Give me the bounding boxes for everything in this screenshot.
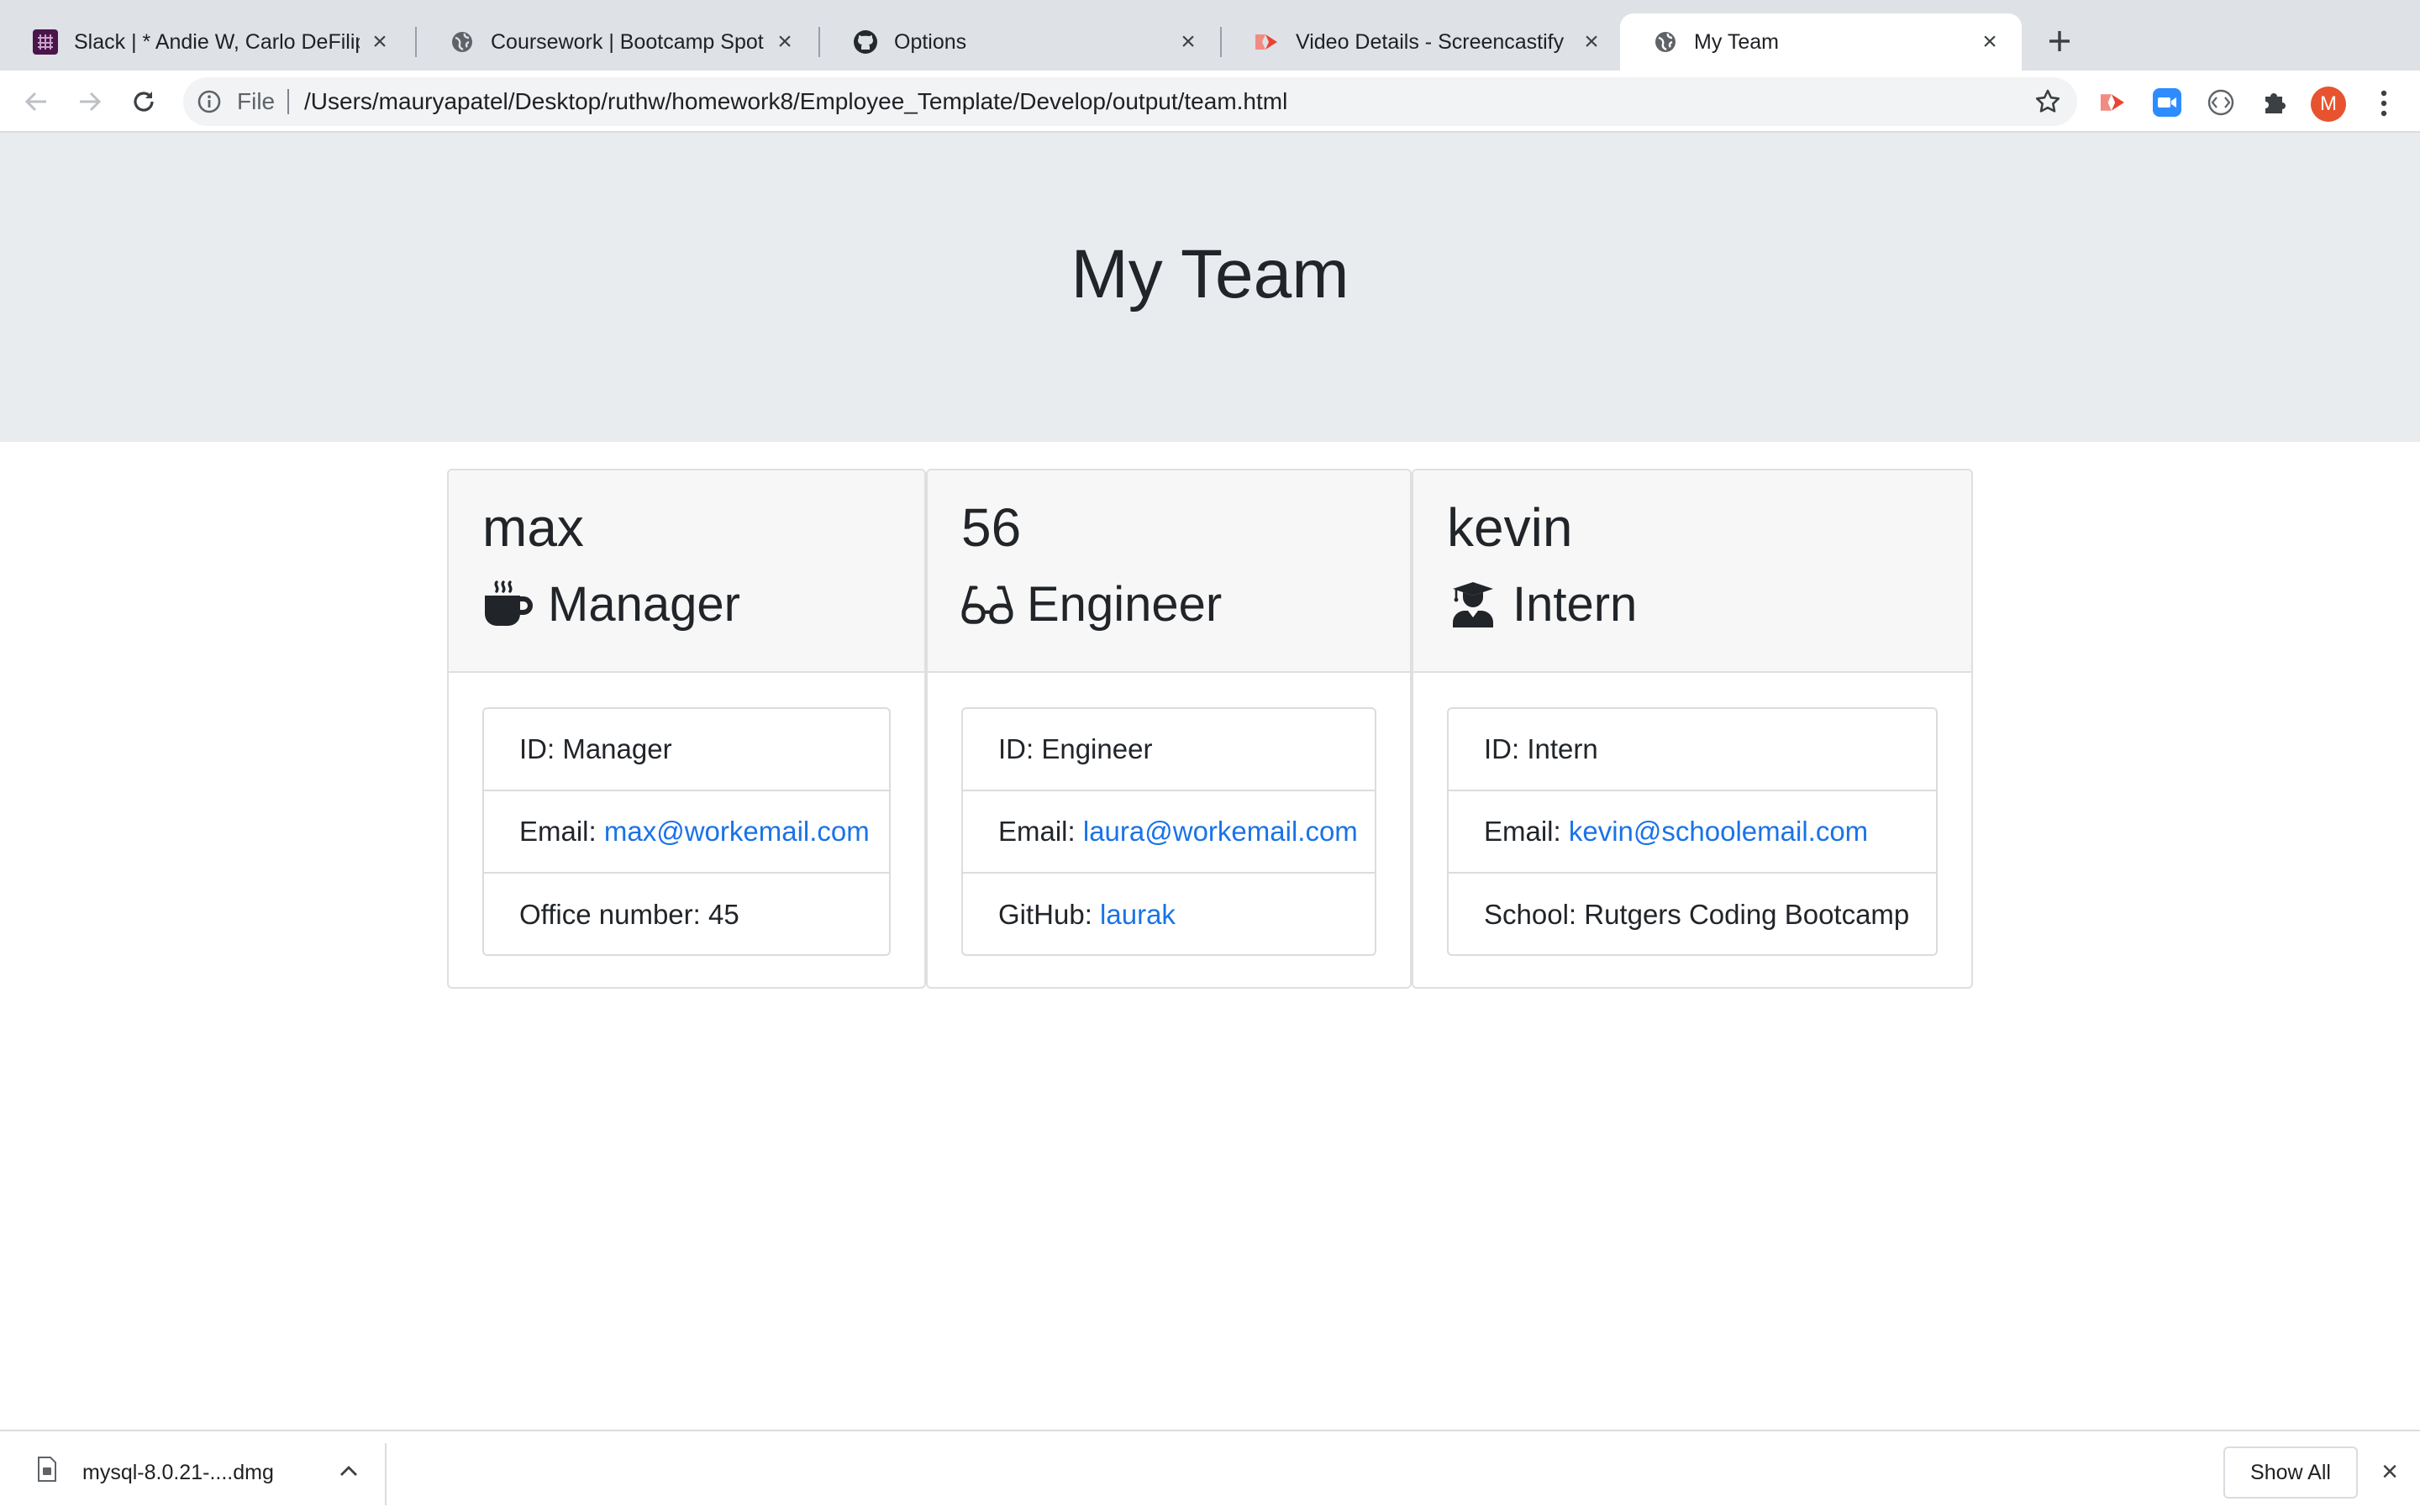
tab-strip: Slack | * Andie W, Carlo DeFilip × Cours… [0,0,2420,71]
profile-avatar[interactable]: M [2311,87,2346,122]
close-icon[interactable]: × [1578,28,1605,55]
id-item: ID: Manager [484,709,889,791]
screencastify-icon [2100,94,2124,111]
id-item: ID: Intern [1449,709,1936,791]
tab-title: Options [894,29,967,54]
employee-details-list: ID: Engineer Email: laura@workemail.com … [961,707,1376,956]
tab-title: Coursework | Bootcamp Spot [491,29,764,54]
email-link[interactable]: kevin@schoolemail.com [1569,816,1868,848]
employee-name: 56 [961,497,1022,558]
reload-icon [134,92,154,112]
email-item: Email: laura@workemail.com [963,791,1375,874]
arrow-left-icon [24,92,46,112]
kebab-menu-icon [2381,90,2387,117]
school-item: School: Rutgers Coding Bootcamp [1484,899,1910,930]
screencastify-extension-button[interactable] [2097,87,2129,118]
download-shelf: mysql-8.0.21-....dmg Show All × [0,1430,2420,1512]
extension-button[interactable] [2205,87,2237,118]
role-label: Intern [1512,576,1638,632]
slack-icon [32,29,59,55]
globe-icon [1652,29,1679,55]
github-link[interactable]: laurak [1100,899,1176,931]
employee-details-list: ID: Manager Email: max@workemail.com Off… [482,707,891,956]
email-item: Email: max@workemail.com [484,791,889,874]
address-divider [287,89,289,114]
glasses-icon [961,580,1013,628]
github-item: GitHub: laurak [963,874,1375,956]
code-circle-icon [2207,89,2234,116]
email-item: Email: kevin@schoolemail.com [1449,791,1936,874]
scheme-label: File [237,88,276,114]
plus-icon [2049,31,2070,51]
page-title: My Team [1071,236,1349,312]
employee-card-engineer: 56 Engineer ID: Engineer Email: laura@wo… [926,469,1412,989]
extensions-menu-button[interactable] [2259,87,2291,118]
card-header: kevin Intern [1413,470,1971,673]
star-icon[interactable] [2033,87,2062,116]
employee-card-intern: kevin Intern ID: Intern Email: kevin@sch… [1412,469,1973,989]
arrow-right-icon [80,92,102,112]
close-icon[interactable]: × [366,28,393,55]
download-filename[interactable]: mysql-8.0.21-....dmg [82,1431,274,1512]
address-bar[interactable]: File /Users/mauryapatel/Desktop/ruthw/ho… [183,77,2077,126]
employee-role: Intern [1447,576,1637,632]
tab-screencastify[interactable]: Video Details - Screencastify × [1222,13,1623,71]
close-icon[interactable]: × [1175,28,1202,55]
close-icon[interactable]: × [2375,1456,2405,1488]
email-link[interactable]: max@workemail.com [604,816,870,848]
file-icon [37,1457,57,1482]
download-divider [385,1443,387,1505]
office-number-item: Office number: 45 [519,899,739,930]
mug-icon [482,580,534,628]
card-header: 56 Engineer [928,470,1410,673]
close-icon[interactable]: × [771,28,798,55]
tab-slack[interactable]: Slack | * Andie W, Carlo DeFilip × [0,13,412,71]
card-header: max Manager [449,470,924,673]
employee-card-manager: max Manager ID: Manager Email: max@worke… [447,469,926,989]
email-label: Email: [1484,816,1561,847]
profile-initial: M [2320,92,2337,115]
tab-options[interactable]: Options × [820,13,1220,71]
email-link[interactable]: laura@workemail.com [1083,816,1358,848]
tab-title: Slack | * Andie W, Carlo DeFilip [74,29,360,54]
close-icon[interactable]: × [1976,28,2003,55]
forward-button[interactable] [72,84,108,119]
info-icon[interactable] [195,87,224,116]
email-label: Email: [519,816,597,847]
globe-icon [449,29,476,55]
tab-coursework[interactable]: Coursework | Bootcamp Spot × [417,13,817,71]
tab-title: My Team [1694,29,1779,54]
email-label: Email: [998,816,1076,847]
puzzle-icon [2265,93,2286,113]
employee-name: kevin [1447,497,1573,558]
github-label: GitHub: [998,899,1092,930]
role-label: Engineer [1027,576,1223,632]
tab-title: Video Details - Screencastify [1296,29,1565,54]
video-camera-icon [2153,88,2181,117]
show-all-downloads-button[interactable]: Show All [2223,1446,2358,1499]
graduate-icon [1447,580,1499,628]
employee-name: max [482,497,584,558]
employee-details-list: ID: Intern Email: kevin@schoolemail.com … [1447,707,1938,956]
employee-role: Engineer [961,576,1222,632]
url-text[interactable]: /Users/mauryapatel/Desktop/ruthw/homewor… [304,77,1287,126]
github-icon [852,29,879,55]
browser-toolbar: File /Users/mauryapatel/Desktop/ruthw/ho… [0,71,2420,133]
tab-my-team[interactable]: My Team × [1620,13,2022,71]
browser-menu-button[interactable] [2371,87,2396,120]
employee-role: Manager [482,576,740,632]
reload-button[interactable] [126,84,161,119]
back-button[interactable] [18,84,54,119]
role-label: Manager [548,576,740,632]
new-tab-button[interactable] [2042,24,2077,59]
zoom-extension-button[interactable] [2151,87,2183,118]
screencastify-icon [1254,29,1281,55]
jumbotron-header: My Team [0,133,2420,442]
id-item: ID: Engineer [963,709,1375,791]
chevron-up-icon[interactable] [336,1458,361,1483]
